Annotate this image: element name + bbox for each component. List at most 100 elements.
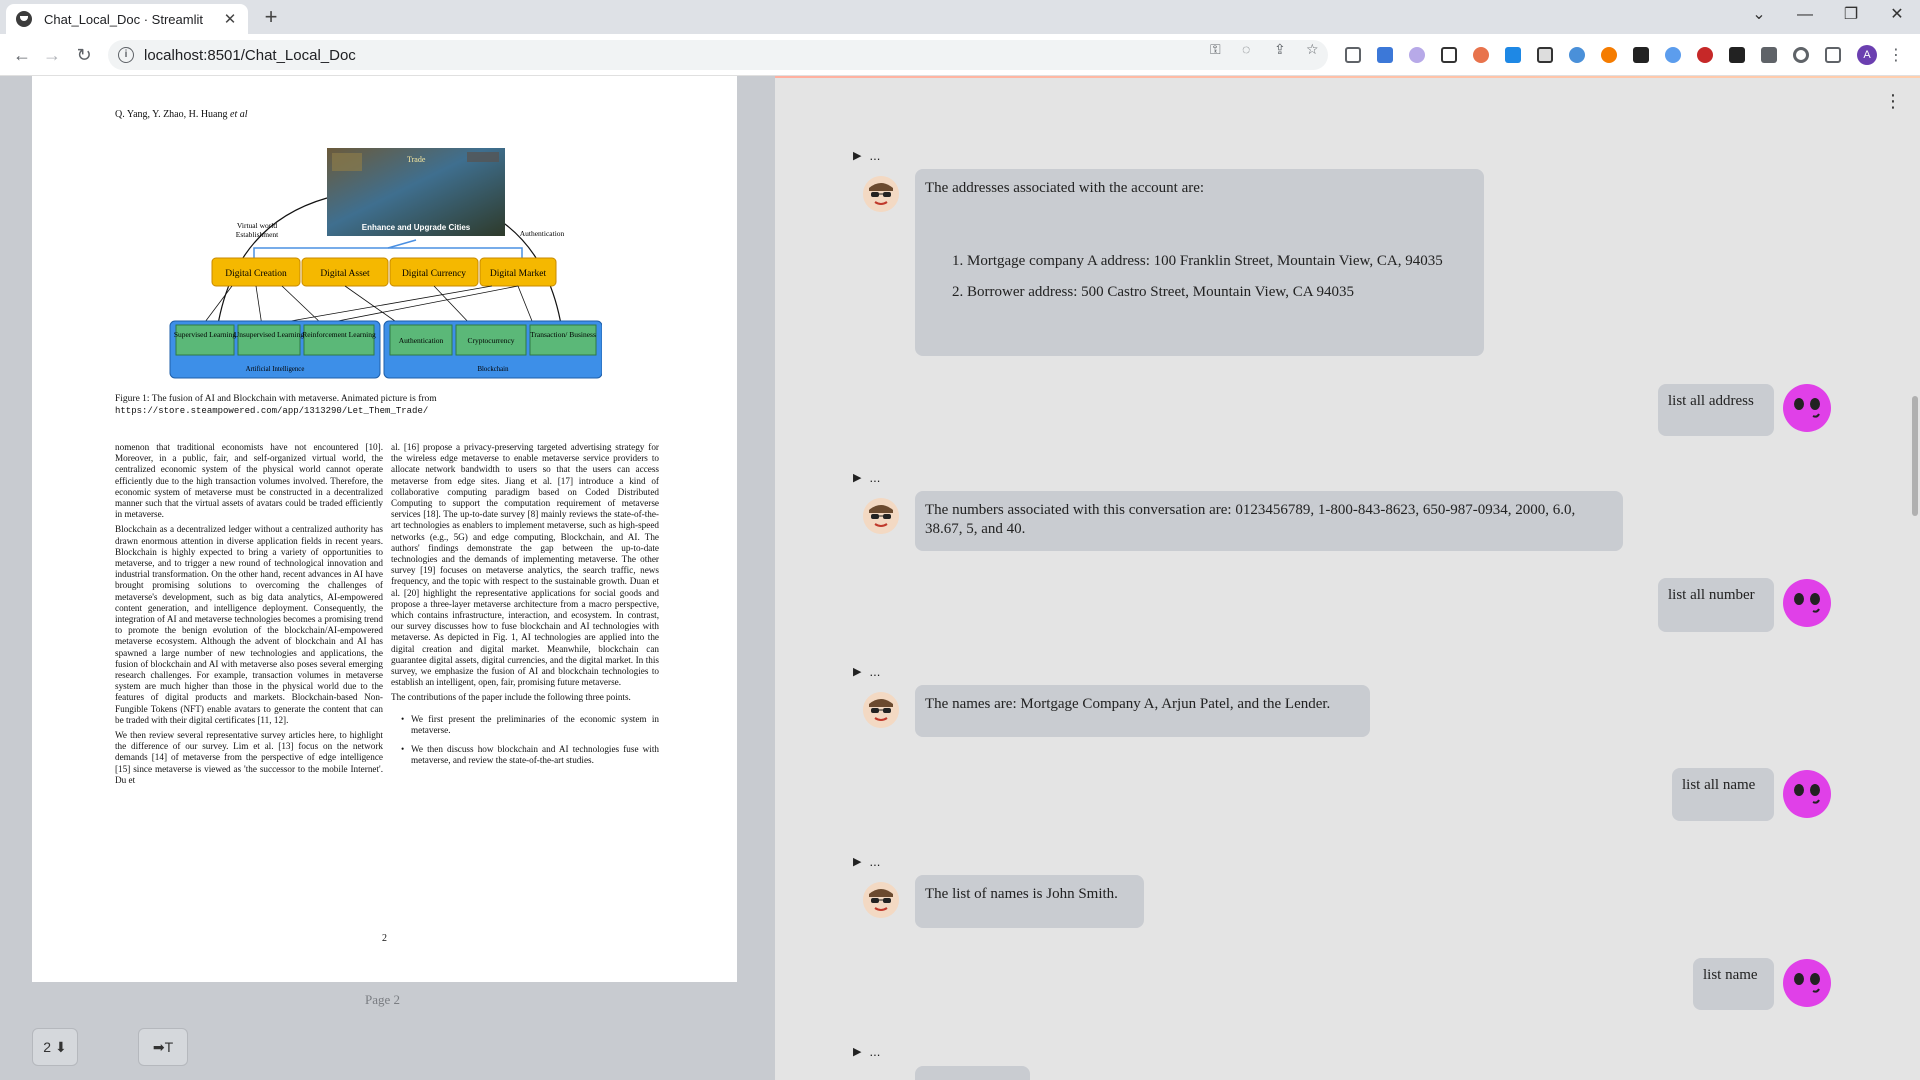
new-tab-button[interactable]: + xyxy=(258,5,284,31)
screenshot-extension-icon[interactable] xyxy=(1537,47,1553,63)
reinforcement-learning-label: Reinforcement Learning xyxy=(302,330,376,339)
user-avatar xyxy=(1783,384,1831,432)
eye-off-icon[interactable]: ◌ xyxy=(1242,41,1250,57)
key-icon[interactable]: ⚿ xyxy=(1210,41,1221,58)
firefox-extension-icon[interactable] xyxy=(1601,47,1617,63)
graduation-cap-icon[interactable] xyxy=(1633,47,1649,63)
digital-asset-box: Digital Asset xyxy=(301,257,389,287)
bot-avatar xyxy=(863,882,899,918)
close-window-button[interactable]: ✕ xyxy=(1874,4,1920,26)
tab-search-icon[interactable]: ⌄ xyxy=(1736,4,1782,26)
sources-expander[interactable]: ▶ ... xyxy=(853,1044,880,1059)
unsupervised-learning-label: Unsupervised Learning xyxy=(234,330,304,339)
cryptocurrency-label: Cryptocurrency xyxy=(467,336,514,345)
minimize-button[interactable]: — xyxy=(1782,4,1828,26)
tab-bar: Chat_Local_Doc · Streamlit ✕ + ⌄ — ❐ ✕ xyxy=(0,0,1920,34)
user-avatar xyxy=(1783,959,1831,1007)
list-item: We first present the preliminaries of th… xyxy=(401,714,659,736)
bot-message-bubble: The list of names is John Smith. xyxy=(915,875,1144,928)
streamlit-favicon-icon xyxy=(16,11,32,27)
sources-expander[interactable]: ▶ ... xyxy=(853,148,880,163)
page-select-button[interactable]: 2 ⬇ xyxy=(32,1028,78,1066)
browser-tab[interactable]: Chat_Local_Doc · Streamlit ✕ xyxy=(6,4,248,34)
google-icon[interactable] xyxy=(1793,47,1809,63)
address-list: Mortgage company A address: 100 Franklin… xyxy=(925,252,1474,302)
svg-text:Digital Currency: Digital Currency xyxy=(402,269,466,279)
sources-expander[interactable]: ▶ ... xyxy=(853,854,880,869)
browser-menu-icon[interactable]: ⋮ xyxy=(1888,45,1904,65)
list-item: Mortgage company A address: 100 Franklin… xyxy=(967,252,1474,271)
figure-caption: Figure 1: The fusion of AI and Blockchai… xyxy=(115,394,437,416)
user-message-bubble: list all name xyxy=(1672,768,1774,821)
bot-avatar xyxy=(863,692,899,728)
figure-diagram: Trade Enhance and Upgrade Cities Virtual… xyxy=(169,148,602,379)
text-column-right: al. [16] propose a privacy-preserving ta… xyxy=(391,442,659,774)
svg-text:Digital Creation: Digital Creation xyxy=(225,269,287,279)
star-icon[interactable]: ☆ xyxy=(1306,41,1319,58)
url-text[interactable]: localhost:8501/Chat_Local_Doc xyxy=(144,47,356,64)
chat-pane: ⋮ ▶ ... The addresses associated with th… xyxy=(775,76,1920,1080)
extension-icon[interactable] xyxy=(1473,47,1489,63)
ai-group-box: Supervised Learning Unsupervised Learnin… xyxy=(169,320,381,379)
side-panel-icon[interactable] xyxy=(1825,47,1841,63)
ai-group-label: Artificial Intelligence xyxy=(246,366,305,373)
figure-left-label-2: Establishment xyxy=(236,230,279,239)
user-message-bubble: list name xyxy=(1693,958,1774,1010)
blockchain-group-label: Blockchain xyxy=(478,366,510,373)
digital-currency-box: Digital Currency xyxy=(389,257,479,287)
caption-url[interactable]: https://store.steampowered.com/app/13132… xyxy=(115,406,428,416)
browser-toolbar: ← → ↻ i localhost:8501/Chat_Local_Doc ⚿ … xyxy=(0,34,1920,76)
paragraph: We then review several representative su… xyxy=(115,730,383,785)
extension-icon[interactable] xyxy=(1441,47,1457,63)
bot-avatar xyxy=(863,176,899,212)
user-message-bubble: list all number xyxy=(1658,578,1774,632)
sources-expander[interactable]: ▶ ... xyxy=(853,470,880,485)
info-icon[interactable]: i xyxy=(118,47,134,63)
paragraph: The contributions of the paper include t… xyxy=(391,692,631,703)
restore-button[interactable]: ❐ xyxy=(1828,4,1874,26)
bot-message-bubble: The names are: Mortgage Company A, Arjun… xyxy=(915,685,1370,737)
text-column-left: nomenon that traditional economists have… xyxy=(115,442,383,790)
bot-message-bubble xyxy=(915,1066,1030,1080)
react-extension-icon[interactable] xyxy=(1665,47,1681,63)
blockchain-group-box: Authentication Cryptocurrency Transactio… xyxy=(383,320,602,379)
contributions-list: We first present the preliminaries of th… xyxy=(391,714,659,767)
paragraph: al. [16] propose a privacy-preserving ta… xyxy=(391,442,659,688)
pdf-page: Q. Yang, Y. Zhao, H. Huang et al Trade E… xyxy=(32,76,737,982)
triangle-right-icon: ▶ xyxy=(853,856,862,868)
svg-text:Digital Asset: Digital Asset xyxy=(320,269,370,279)
back-icon[interactable]: ← xyxy=(10,43,34,67)
user-message-bubble: list all address xyxy=(1658,384,1774,436)
forward-icon[interactable]: → xyxy=(40,43,64,67)
extension-icon[interactable] xyxy=(1377,47,1393,63)
crop-extension-icon[interactable] xyxy=(1345,47,1361,63)
extension-icon[interactable] xyxy=(1729,47,1745,63)
bot-message-bubble: The numbers associated with this convers… xyxy=(915,491,1623,551)
extension-icon[interactable] xyxy=(1569,47,1585,63)
profile-avatar[interactable]: A xyxy=(1857,45,1877,65)
triangle-right-icon: ▶ xyxy=(853,150,862,162)
triangle-right-icon: ▶ xyxy=(853,666,862,678)
app-menu-icon[interactable]: ⋮ xyxy=(1884,91,1902,112)
transaction-business-label: Transaction/ Business xyxy=(530,330,596,339)
address-bar[interactable]: i localhost:8501/Chat_Local_Doc xyxy=(108,40,1328,70)
user-avatar xyxy=(1783,770,1831,818)
sources-expander[interactable]: ▶ ... xyxy=(853,664,880,679)
digital-market-box: Digital Market xyxy=(479,257,557,287)
supervised-learning-label: Supervised Learning xyxy=(174,330,237,339)
triangle-right-icon: ▶ xyxy=(853,472,862,484)
text-mode-button[interactable]: ➡T xyxy=(138,1028,188,1066)
bot-message-bubble: The addresses associated with the accoun… xyxy=(915,169,1484,356)
extension-icon[interactable] xyxy=(1505,47,1521,63)
figure-right-label: Authentication xyxy=(520,229,565,238)
list-item: We then discuss how blockchain and AI te… xyxy=(401,744,659,766)
figure-image-caption: Enhance and Upgrade Cities xyxy=(362,223,471,232)
close-icon[interactable]: ✕ xyxy=(222,10,238,28)
scrollbar[interactable] xyxy=(1912,396,1918,516)
bot-avatar xyxy=(863,498,899,534)
extension-icon[interactable] xyxy=(1409,47,1425,63)
extension-icon[interactable] xyxy=(1697,47,1713,63)
share-icon[interactable]: ⇪ xyxy=(1274,41,1286,58)
reload-icon[interactable]: ↻ xyxy=(72,43,96,67)
puzzle-icon[interactable] xyxy=(1761,47,1777,63)
